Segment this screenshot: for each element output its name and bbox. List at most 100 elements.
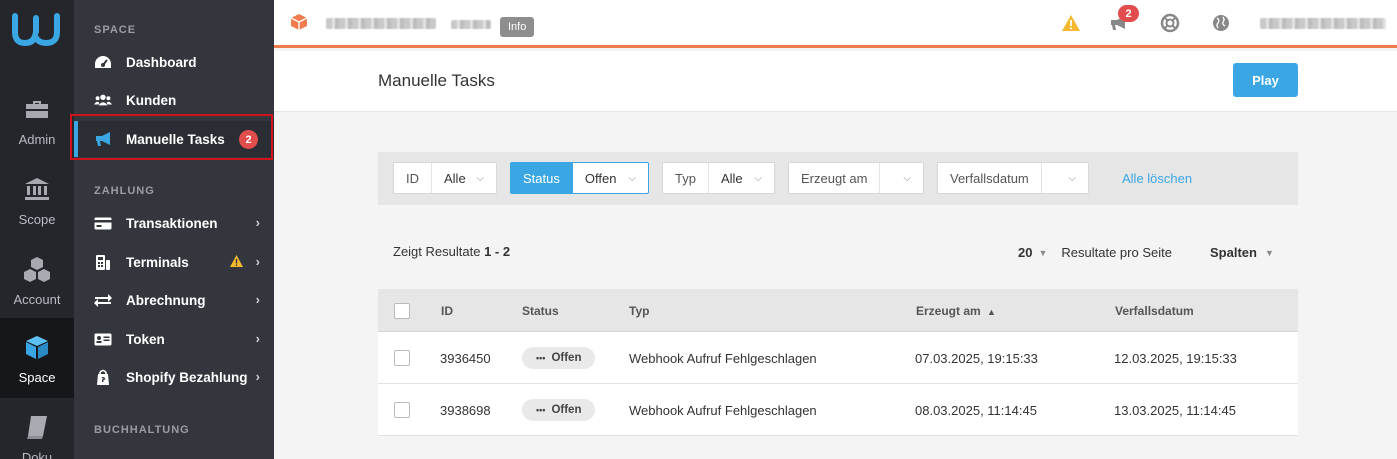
space-name-redacted — [326, 18, 436, 29]
nav-label: Abrechnung — [126, 292, 206, 308]
filter-value[interactable]: Offen ⌵ — [573, 163, 648, 193]
nav-label: Dashboard — [126, 54, 197, 70]
filter-value[interactable]: ⌵ — [880, 163, 923, 193]
chevron-right-icon: › — [255, 369, 260, 384]
filter-label: Verfallsdatum — [938, 163, 1042, 193]
clear-filters-link[interactable]: Alle löschen — [1122, 171, 1192, 186]
filter-label: Typ — [663, 163, 709, 193]
filter-id[interactable]: ID Alle ⌵ — [393, 162, 497, 194]
nav-terminals[interactable]: Terminals › — [74, 244, 274, 280]
rail-item-space[interactable]: Space — [0, 318, 74, 398]
chevron-down-icon: ⌵ — [754, 172, 762, 184]
chevron-right-icon: › — [255, 331, 260, 346]
chevron-down-icon: ⌵ — [628, 172, 636, 184]
nav-dashboard[interactable]: Dashboard — [74, 44, 274, 80]
chevron-right-icon: › — [255, 254, 260, 269]
chevron-down-icon: ⌵ — [1068, 172, 1076, 184]
cell-erzeugt-am: 07.03.2025, 19:15:33 — [915, 351, 1038, 366]
status-badge: ••• Offen — [522, 399, 596, 421]
column-header-status[interactable]: Status — [522, 304, 559, 318]
select-all-checkbox[interactable] — [394, 303, 410, 319]
credit-card-icon — [94, 214, 112, 232]
globe-icon[interactable] — [1210, 12, 1232, 34]
side-navigation: SPACE Dashboard Kunden Manuelle Tasks 2 … — [74, 0, 274, 459]
row-checkbox[interactable] — [394, 402, 410, 418]
logo-icon — [12, 13, 60, 46]
info-badge[interactable]: Info — [500, 17, 535, 37]
warning-icon[interactable] — [1060, 12, 1082, 34]
cell-typ: Webhook Aufruf Fehlgeschlagen — [629, 403, 817, 418]
column-header-id[interactable]: ID — [441, 304, 453, 318]
page-size-value[interactable]: 20 — [1018, 245, 1032, 260]
rail-item-scope[interactable]: Scope — [0, 160, 74, 240]
table-row[interactable]: 3938698 ••• Offen Webhook Aufruf Fehlgesc… — [378, 384, 1298, 436]
column-header-erzeugt-am[interactable]: Erzeugt am ▲ — [916, 304, 996, 318]
table-row[interactable]: 3936450 ••• Offen Webhook Aufruf Fehlgesc… — [378, 332, 1298, 384]
filter-verfallsdatum[interactable]: Verfallsdatum ⌵ — [937, 162, 1089, 194]
page-header: Manuelle Tasks Play — [274, 51, 1397, 112]
filter-label: ID — [394, 163, 432, 193]
column-header-verfallsdatum[interactable]: Verfallsdatum — [1115, 304, 1194, 318]
highlight-frame — [70, 114, 273, 160]
cell-typ: Webhook Aufruf Fehlgeschlagen — [629, 351, 817, 366]
column-header-label: Erzeugt am — [916, 304, 981, 318]
top-header: Info 2 — [274, 0, 1397, 48]
rail-label: Admin — [18, 132, 56, 147]
filter-value[interactable]: Alle ⌵ — [709, 163, 774, 193]
results-summary: Zeigt Resultate 1 - 2 — [393, 244, 510, 259]
filter-status[interactable]: Status Offen ⌵ — [510, 162, 649, 194]
rail-item-doku[interactable]: Doku — [0, 398, 74, 459]
filter-label: Erzeugt am — [789, 163, 881, 193]
cell-id: 3936450 — [440, 351, 491, 366]
nav-token[interactable]: Token › — [74, 321, 274, 357]
filter-value[interactable]: ⌵ — [1042, 163, 1088, 193]
nav-abrechnung[interactable]: Abrechnung › — [74, 282, 274, 318]
nav-shopify-bezahlung[interactable]: Shopify Bezahlung › — [74, 359, 274, 395]
rail-label: Doku — [21, 450, 53, 459]
sort-ascending-icon: ▲ — [987, 307, 996, 317]
chevron-right-icon: › — [255, 215, 260, 230]
nav-label: Kunden — [126, 92, 177, 108]
notification-count-badge: 2 — [1118, 5, 1139, 22]
row-checkbox[interactable] — [394, 350, 410, 366]
filter-erzeugt-am[interactable]: Erzeugt am ⌵ — [788, 162, 924, 194]
caret-down-icon: ▼ — [1264, 247, 1274, 258]
dots-icon: ••• — [536, 353, 546, 363]
rail-item-account[interactable]: Account — [0, 240, 74, 320]
page-size-label: Resultate pro Seite — [1061, 245, 1172, 260]
filter-value[interactable]: Alle ⌵ — [432, 163, 496, 193]
column-header-typ[interactable]: Typ — [629, 304, 649, 318]
nav-label: Shopify Bezahlung — [126, 369, 248, 385]
rail-label: Account — [13, 292, 61, 307]
bank-icon — [22, 174, 52, 204]
cell-verfallsdatum: 12.03.2025, 19:15:33 — [1114, 351, 1237, 366]
user-name-redacted[interactable] — [1260, 18, 1386, 29]
nav-transaktionen[interactable]: Transaktionen › — [74, 205, 274, 241]
caret-down-icon: ▼ — [1038, 247, 1048, 258]
dots-icon: ••• — [536, 405, 546, 415]
rail-item-admin[interactable]: Admin — [0, 80, 74, 160]
play-button[interactable]: Play — [1233, 63, 1298, 97]
page-size-selector[interactable]: 20 ▼ Resultate pro Seite — [1018, 245, 1172, 260]
cell-verfallsdatum: 13.03.2025, 11:14:45 — [1114, 403, 1236, 418]
page-title: Manuelle Tasks — [378, 71, 495, 90]
cubes-icon — [22, 254, 52, 284]
filter-typ[interactable]: Typ Alle ⌵ — [662, 162, 775, 194]
cell-id: 3938698 — [440, 403, 491, 418]
warning-icon — [229, 254, 244, 271]
chevron-down-icon: ⌵ — [476, 172, 484, 184]
results-range: 1 - 2 — [484, 244, 511, 259]
filter-bar: ID Alle ⌵ Status Offen ⌵ Typ Alle ⌵ Erzeugt… — [378, 152, 1298, 205]
support-icon[interactable] — [1159, 12, 1181, 34]
nav-label: Transaktionen — [126, 215, 218, 231]
status-badge: ••• Offen — [522, 347, 596, 369]
nav-kunden[interactable]: Kunden — [74, 82, 274, 118]
cell-erzeugt-am: 08.03.2025, 11:14:45 — [915, 403, 1037, 418]
columns-button[interactable]: Spalten ▼ — [1210, 245, 1274, 260]
terminal-icon — [94, 253, 112, 271]
app-logo[interactable] — [0, 12, 74, 62]
chevron-right-icon: › — [255, 292, 260, 307]
dashboard-icon — [94, 53, 112, 71]
book-icon — [22, 412, 52, 442]
rail-label: Scope — [18, 212, 56, 227]
